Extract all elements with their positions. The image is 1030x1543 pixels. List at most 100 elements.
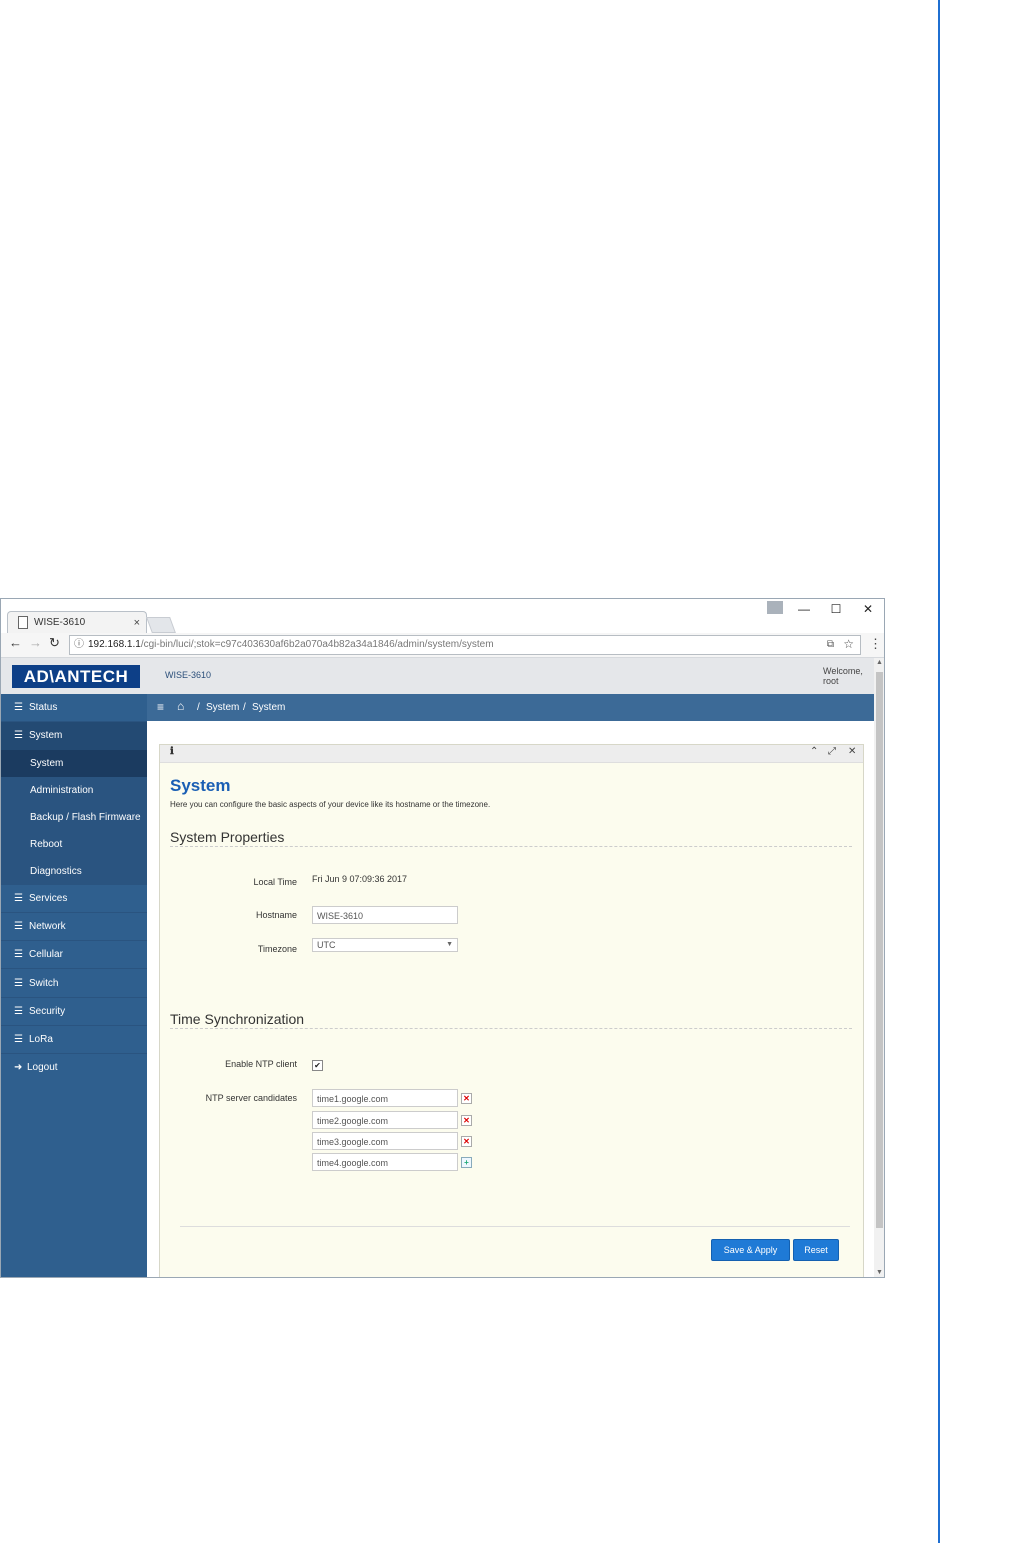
maximize-button[interactable]: ☐ <box>821 599 851 619</box>
timezone-value: UTC <box>317 940 336 950</box>
sidebar-subitem-label: Reboot <box>30 839 63 850</box>
list-icon: ☰ <box>14 978 23 989</box>
sidebar-subitem-reboot[interactable]: Reboot <box>1 831 147 858</box>
remove-icon[interactable]: ✕ <box>461 1115 472 1126</box>
browser-tab[interactable]: WISE-3610 × <box>7 611 147 634</box>
sidebar-item-lora[interactable]: ☰ LoRa <box>1 1026 147 1054</box>
home-icon[interactable]: ⌂ <box>177 693 184 720</box>
profile-icon[interactable] <box>767 601 783 614</box>
ntp-enable-checkbox[interactable]: ✔ <box>312 1060 323 1071</box>
sidebar-subitem-system[interactable]: System <box>1 750 147 777</box>
breadcrumb-separator: / <box>197 702 200 713</box>
device-name: WISE-3610 <box>165 670 212 680</box>
hostname-label: Hostname <box>255 910 297 920</box>
sidebar-subitem-administration[interactable]: Administration <box>1 777 147 804</box>
close-window-button[interactable]: ✕ <box>853 599 883 619</box>
list-icon: ☰ <box>14 1034 23 1045</box>
remove-icon[interactable]: ✕ <box>461 1136 472 1147</box>
sidebar-item-security[interactable]: ☰ Security <box>1 998 147 1026</box>
remove-icon[interactable]: ✕ <box>461 1093 472 1104</box>
reload-icon[interactable]: ↻ <box>49 635 60 651</box>
address-bar[interactable]: ⓘ 192.168.1.1/cgi-bin/luci/;stok=c97c403… <box>69 635 861 655</box>
page-margin-rule <box>938 0 940 1543</box>
reset-button[interactable]: Reset <box>793 1239 839 1261</box>
sidebar-item-system[interactable]: ☰ System <box>1 722 147 750</box>
list-icon: ☰ <box>14 949 23 960</box>
ntp-server-input-2[interactable]: time2.google.com <box>312 1111 458 1129</box>
hostname-value: WISE-3610 <box>317 911 364 921</box>
ntp-server-input-4[interactable]: time4.google.com <box>312 1153 458 1171</box>
app-header: AD\ANTECH WISE-3610 Welcome, root <box>1 658 874 694</box>
welcome-text: Welcome, root <box>823 666 863 686</box>
page-scrollbar[interactable]: ▲ ▼ <box>874 658 884 1277</box>
page-title: System <box>170 776 231 795</box>
scroll-up-icon[interactable]: ▲ <box>874 658 884 668</box>
breadcrumb: ≡ ⌂ / System / System <box>147 694 874 721</box>
document-icon <box>18 616 28 629</box>
back-icon[interactable]: ← <box>9 635 22 650</box>
sidebar-subitem-backup-flash[interactable]: Backup / Flash Firmware <box>1 804 147 831</box>
browser-menu-icon[interactable]: ⋮ <box>869 636 882 652</box>
panel-close-icon[interactable]: ✕ <box>848 746 856 757</box>
sidebar-item-label: Status <box>29 702 58 713</box>
panel-footer-divider <box>180 1226 850 1227</box>
ntp-servers-label: NTP server candidates <box>205 1093 297 1103</box>
ntp-server-value: time3.google.com <box>317 1137 389 1147</box>
url-path: /cgi-bin/luci/;stok=c97c403630af6b2a070a… <box>140 639 494 650</box>
timezone-select[interactable]: UTC ▼ <box>312 938 458 952</box>
translate-icon[interactable]: ⧉ <box>827 636 834 654</box>
browser-titlebar: WISE-3610 × — ☐ ✕ <box>1 599 884 634</box>
list-icon: ☰ <box>14 730 23 741</box>
sidebar-item-label: Cellular <box>29 949 63 960</box>
timezone-label: Timezone <box>257 944 297 954</box>
sidebar-item-label: Switch <box>29 978 59 989</box>
sidebar-item-switch[interactable]: ☰ Switch <box>1 970 147 998</box>
page-description: Here you can configure the basic aspects… <box>170 800 491 809</box>
hamburger-menu-icon[interactable]: ≡ <box>157 694 164 721</box>
collapse-icon[interactable]: ⌃ <box>810 746 818 757</box>
list-icon: ☰ <box>14 1006 23 1017</box>
save-apply-button[interactable]: Save & Apply <box>711 1239 790 1261</box>
ntp-server-input-3[interactable]: time3.google.com <box>312 1132 458 1150</box>
forward-icon[interactable]: → <box>29 635 42 650</box>
scroll-thumb[interactable] <box>876 672 883 1228</box>
user-name: root <box>823 676 839 686</box>
breadcrumb-item-current: System <box>252 702 286 713</box>
list-icon: ☰ <box>14 893 23 904</box>
tab-close-icon[interactable]: × <box>134 612 140 634</box>
system-panel: ℹ ⌃ ⤢ ✕ System Here you can configure th… <box>159 744 864 1277</box>
ntp-server-value: time4.google.com <box>317 1158 389 1168</box>
sidebar-item-label: Logout <box>27 1062 58 1073</box>
ntp-server-input-1[interactable]: time1.google.com <box>312 1089 458 1107</box>
sidebar-item-label: Security <box>29 1006 66 1017</box>
expand-icon[interactable]: ⤢ <box>828 746 836 757</box>
sidebar-item-label: Network <box>29 921 66 932</box>
new-tab-button[interactable] <box>146 617 176 633</box>
hostname-input[interactable]: WISE-3610 <box>312 906 458 924</box>
minimize-button[interactable]: — <box>789 599 819 619</box>
info-icon[interactable]: ⓘ <box>74 636 84 654</box>
sidebar-item-services[interactable]: ☰ Services <box>1 885 147 913</box>
scroll-down-icon[interactable]: ▼ <box>874 1268 884 1277</box>
local-time-label: Local Time <box>253 877 297 887</box>
url-text: 192.168.1.1/cgi-bin/luci/;stok=c97c40363… <box>88 636 494 654</box>
ntp-server-value: time1.google.com <box>317 1094 389 1104</box>
url-host: 192.168.1.1 <box>88 639 141 650</box>
list-icon: ☰ <box>14 702 23 713</box>
list-icon: ☰ <box>14 921 23 932</box>
sidebar-subitem-label: System <box>30 758 64 769</box>
bookmark-star-icon[interactable]: ☆ <box>843 635 854 653</box>
sidebar-subitem-label: Backup / Flash Firmware <box>30 812 141 823</box>
sidebar-item-status[interactable]: ☰ Status <box>1 694 147 722</box>
tab-title: WISE-3610 <box>34 617 86 628</box>
sidebar-item-label: System <box>29 730 63 741</box>
browser-window: WISE-3610 × — ☐ ✕ ← → ↻ ⓘ 192.168.1.1/cg… <box>0 598 885 1278</box>
browser-toolbar: ← → ↻ ⓘ 192.168.1.1/cgi-bin/luci/;stok=c… <box>1 633 884 658</box>
chevron-down-icon: ▼ <box>446 941 453 948</box>
sidebar-subitem-label: Diagnostics <box>30 866 82 877</box>
add-icon[interactable]: + <box>461 1157 472 1168</box>
ntp-server-value: time2.google.com <box>317 1116 389 1126</box>
panel-header: ℹ ⌃ ⤢ ✕ <box>160 745 863 763</box>
welcome-label: Welcome, <box>823 666 863 676</box>
breadcrumb-item-system[interactable]: System <box>206 694 239 721</box>
